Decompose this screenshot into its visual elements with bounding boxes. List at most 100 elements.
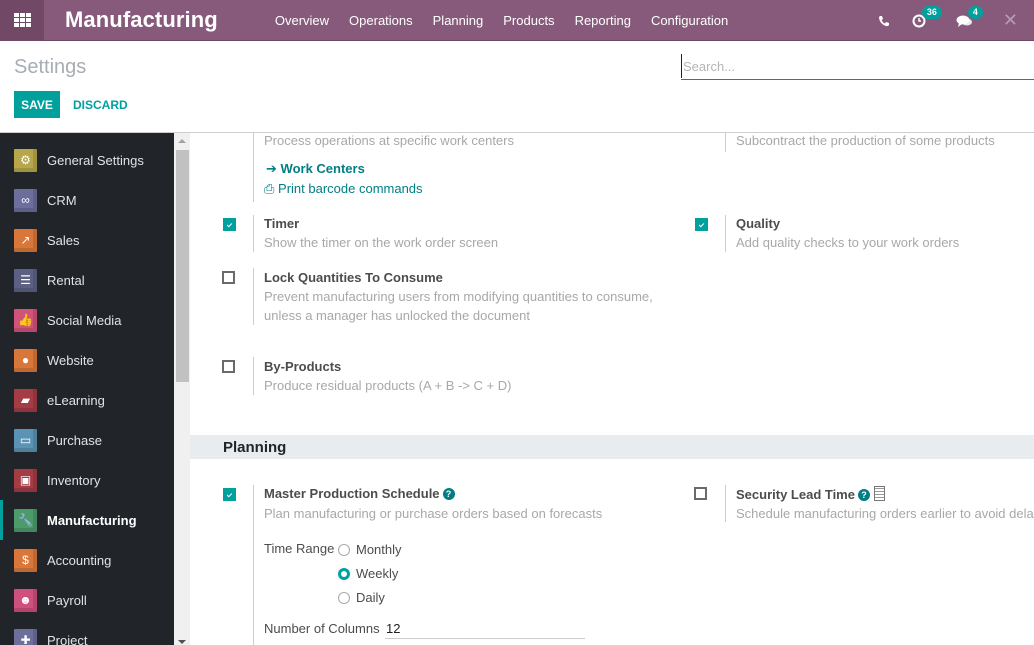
menu-reporting[interactable]: Reporting [565,0,641,41]
settings-sidebar: ⚙ General Settings ∞ CRM ↗ Sales ☰ Renta… [0,133,174,645]
scroll-thumb[interactable] [176,150,189,382]
security-lead-time-checkbox[interactable] [694,487,707,500]
sidebar-item-label: Manufacturing [47,512,137,528]
timer-description: Show the timer on the work order screen [264,235,499,250]
timer-title: Timer [264,216,300,231]
systray: 36 4 ✕ [878,0,1034,41]
lock-quantities-description-line1: Prevent manufacturing users from modifyi… [264,289,653,304]
divider [253,215,254,252]
print-barcode-link[interactable]: ⎙ Print barcode commands [264,181,423,197]
sidebar-item-project[interactable]: ✚ Project [0,620,174,645]
sidebar-item-crm[interactable]: ∞ CRM [0,180,174,220]
credit-card-icon: ▭ [14,428,37,452]
gear-icon: ⚙ [14,148,37,172]
phone-icon [878,15,889,26]
radio-label: Monthly [356,542,402,557]
sidebar-item-general-settings[interactable]: ⚙ General Settings [0,140,174,180]
sidebar-item-purchase[interactable]: ▭ Purchase [0,420,174,460]
sidebar-item-rental[interactable]: ☰ Rental [0,260,174,300]
quality-checkbox[interactable] [695,218,708,231]
sidebar-item-accounting[interactable]: $ Accounting [0,540,174,580]
quality-description: Add quality checks to your work orders [736,235,960,250]
payroll-icon: ☻ [14,588,37,612]
sidebar-item-sales[interactable]: ↗ Sales [0,220,174,260]
workorders-description: Process operations at specific work cent… [264,133,514,148]
sidebar-item-payroll[interactable]: ☻ Payroll [0,580,174,620]
grid-icon [13,13,31,27]
sidebar-scrollbar[interactable] [174,133,190,645]
mps-title-text: Master Production Schedule [264,486,440,501]
menu-operations[interactable]: Operations [339,0,423,41]
quality-title: Quality [736,216,781,231]
main-menu: Overview Operations Planning Products Re… [265,0,738,41]
time-range-monthly[interactable]: Monthly [338,542,402,557]
thumbs-up-icon: 👍 [14,308,37,332]
help-icon[interactable]: ? [857,489,870,501]
sidebar-item-label: Social Media [47,312,122,328]
security-lead-time-description: Schedule manufacturing orders earlier to… [736,506,1034,521]
timer-checkbox[interactable] [223,218,236,231]
messages-button[interactable]: 4 [956,5,983,28]
time-range-daily[interactable]: Daily [338,590,385,605]
sidebar-item-label: Website [47,352,94,368]
radio-button[interactable] [338,591,350,604]
sidebar-item-label: Payroll [47,592,87,608]
divider [253,268,254,325]
menu-configuration[interactable]: Configuration [641,0,738,41]
scroll-down-arrow-icon[interactable] [178,640,186,644]
debug-tools-button[interactable]: ✕ [1003,10,1018,31]
work-centers-link-label: Work Centers [280,161,365,176]
scroll-up-arrow-icon[interactable] [178,139,186,143]
presentation-icon: ▰ [14,388,37,412]
divider [725,485,726,522]
work-centers-link[interactable]: ➔ Work Centers [266,161,365,177]
tools-icon: ✕ [1002,10,1018,30]
phone-button[interactable] [878,15,890,27]
lock-quantities-title: Lock Quantities To Consume [264,270,443,285]
globe-icon: ● [14,348,37,372]
menu-planning[interactable]: Planning [423,0,494,41]
divider [725,215,726,252]
puzzle-icon: ✚ [14,628,37,645]
num-columns-input[interactable] [385,618,585,639]
sidebar-item-label: General Settings [47,152,144,168]
app-menu-button[interactable] [0,0,44,41]
radio-button-selected[interactable] [338,567,350,580]
divider [253,485,254,645]
divider [253,357,254,395]
sidebar-item-social-media[interactable]: 👍 Social Media [0,300,174,340]
print-icon: ⎙ [264,181,275,196]
mps-title: Master Production Schedule? [264,486,455,501]
help-icon[interactable]: ? [442,488,455,500]
calendar-icon: ☰ [14,268,37,292]
by-products-description: Produce residual products (A + B -> C + … [264,378,512,393]
discard-button[interactable]: DISCARD [66,91,135,118]
subcontracting-description: Subcontract the production of some produ… [736,133,995,148]
sidebar-item-label: Purchase [47,432,102,448]
handshake-icon: ∞ [14,188,37,212]
divider [253,133,254,202]
box-icon: ▣ [14,468,37,492]
sidebar-item-manufacturing[interactable]: 🔧 Manufacturing [0,500,174,540]
by-products-checkbox[interactable] [222,360,235,373]
arrow-right-icon: ➔ [266,161,277,176]
menu-overview[interactable]: Overview [265,0,339,41]
activity-button[interactable]: 36 [912,5,942,28]
section-title: Planning [223,439,287,456]
planning-section-header: Planning [190,435,1034,459]
sidebar-item-website[interactable]: ● Website [0,340,174,380]
radio-label: Daily [356,590,385,605]
divider [725,133,726,152]
radio-button[interactable] [338,543,350,556]
sidebar-item-label: CRM [47,192,77,208]
menu-products[interactable]: Products [493,0,564,41]
sidebar-item-inventory[interactable]: ▣ Inventory [0,460,174,500]
sidebar-item-label: Rental [47,272,85,288]
search-input[interactable] [681,54,1034,78]
lock-quantities-checkbox[interactable] [222,271,235,284]
save-button[interactable]: SAVE [14,91,60,118]
mps-checkbox[interactable] [223,488,236,501]
building-icon[interactable] [873,486,885,501]
time-range-weekly[interactable]: Weekly [338,566,398,581]
sidebar-item-elearning[interactable]: ▰ eLearning [0,380,174,420]
